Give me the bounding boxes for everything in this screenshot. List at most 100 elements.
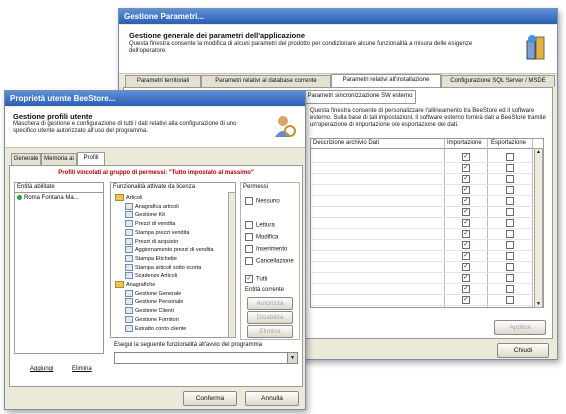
document-icon	[125, 202, 133, 210]
functions-tree[interactable]: Funzionalità attivate da licenza Articol…	[110, 182, 236, 338]
tree-node[interactable]: Gestione Clienti	[125, 307, 174, 315]
authorize-button[interactable]: Autorizza	[247, 297, 293, 310]
permissions-group: Permessi Nessuno Lettura Modifica Inserimen…	[240, 182, 300, 340]
import-checkbox[interactable]: ✓	[462, 241, 470, 249]
import-checkbox[interactable]: ✓	[462, 219, 470, 227]
export-checkbox[interactable]	[506, 274, 514, 282]
tab-installation[interactable]: Parametri relativi all'installazione	[331, 74, 441, 87]
close-button[interactable]: Chiudi	[497, 343, 549, 358]
tree-node[interactable]: Gestione Generale	[125, 289, 181, 297]
add-link[interactable]: Aggiungi	[30, 366, 53, 372]
export-checkbox[interactable]	[506, 263, 514, 271]
parameters-logo-icon	[524, 33, 548, 63]
import-checkbox[interactable]: ✓	[462, 197, 470, 205]
import-checkbox[interactable]: ✓	[462, 164, 470, 172]
tree-node[interactable]: Prezzi di vendita	[125, 220, 175, 228]
tree-item-label: Anagrafica articoli	[135, 203, 179, 210]
entity-list[interactable]: Entità abilitate Roma Fontana Ma...	[14, 182, 104, 354]
tree-node[interactable]: Anagrafica articoli	[125, 202, 179, 210]
export-checkbox[interactable]	[506, 153, 514, 161]
user-header-desc: Maschera di gestione e configurazione di…	[13, 121, 237, 134]
permission-checkbox[interactable]	[245, 197, 253, 205]
import-checkbox[interactable]: ✓	[462, 186, 470, 194]
export-checkbox[interactable]	[506, 230, 514, 238]
export-checkbox[interactable]	[506, 175, 514, 183]
startup-function-select[interactable]: ▼	[114, 352, 298, 364]
permission-checkbox[interactable]	[245, 221, 253, 229]
tree-node[interactable]: Prezzi di acquisto	[125, 237, 178, 245]
tree-node[interactable]: Gestione Fornitori	[125, 315, 179, 323]
tree-node[interactable]: Stampa prezzi vendita	[125, 228, 189, 236]
document-icon	[125, 246, 133, 254]
tree-folder[interactable]: Articoli	[115, 194, 143, 201]
import-checkbox[interactable]: ✓	[462, 230, 470, 238]
subtab-sync[interactable]: Parametri sincronizzazione SW esterno	[304, 90, 416, 104]
scroll-down-icon[interactable]: ▼	[535, 301, 542, 307]
export-checkbox[interactable]	[506, 252, 514, 260]
export-checkbox[interactable]	[506, 186, 514, 194]
export-checkbox[interactable]	[506, 285, 514, 293]
tab-general[interactable]: Generale	[11, 153, 41, 165]
tree-node[interactable]: Gestione Kit	[125, 211, 165, 219]
tab-territorial[interactable]: Parametri territoriali	[125, 75, 201, 87]
disable-button[interactable]: Disabilita	[247, 311, 293, 324]
export-checkbox[interactable]	[506, 208, 514, 216]
users-icon	[273, 113, 297, 141]
apply-button[interactable]: Applica	[494, 320, 546, 335]
entity-item[interactable]: Roma Fontana Ma...	[17, 195, 79, 201]
export-checkbox[interactable]	[506, 296, 514, 304]
permission-option[interactable]: Inserimento	[245, 245, 287, 253]
tree-item-label: Aggiornamento prezzi di vendita	[135, 247, 214, 254]
tab-memory[interactable]: Memoria ai	[41, 153, 77, 165]
tree-item-label: Scadenze Articoli	[135, 273, 178, 280]
document-icon	[125, 263, 133, 271]
import-checkbox[interactable]: ✓	[462, 274, 470, 282]
import-checkbox[interactable]: ✓	[462, 296, 470, 304]
tree-scrollbar[interactable]	[228, 192, 236, 338]
tree-node[interactable]: Scadenze Articoli	[125, 272, 178, 280]
delete-entity-button[interactable]: Elimina	[247, 325, 293, 338]
tree-item-label: Gestione Personale	[135, 299, 184, 306]
permission-option[interactable]: Lettura	[245, 221, 275, 229]
scroll-up-icon[interactable]: ▲	[535, 149, 542, 155]
import-checkbox[interactable]: ✓	[462, 263, 470, 271]
document-icon	[125, 324, 133, 332]
permission-option[interactable]: Nessuno	[245, 197, 280, 205]
import-checkbox[interactable]: ✓	[462, 175, 470, 183]
import-checkbox[interactable]: ✓	[462, 153, 470, 161]
remove-link[interactable]: Elimina	[72, 366, 92, 372]
table-row: ✓	[311, 294, 543, 306]
tree-folder[interactable]: Anagrafiche	[115, 281, 155, 288]
tab-profiles[interactable]: Profili	[77, 152, 105, 165]
import-checkbox[interactable]: ✓	[462, 208, 470, 216]
tree-node[interactable]: Gestione Personale	[125, 298, 184, 306]
grid-scrollbar[interactable]: ▲ ▼	[534, 148, 543, 308]
tree-node[interactable]: Stampa Etichette	[125, 254, 177, 262]
tree-node[interactable]: Aggiornamento prezzi di vendita	[125, 246, 214, 254]
tab-sql-config[interactable]: Configurazione SQL Server / MSDE	[441, 75, 555, 87]
cancel-button[interactable]: Annulla	[245, 391, 299, 406]
chevron-down-icon[interactable]: ▼	[287, 353, 297, 363]
permission-option[interactable]: Modifica	[245, 233, 278, 241]
import-checkbox[interactable]: ✓	[462, 252, 470, 260]
import-checkbox[interactable]: ✓	[462, 285, 470, 293]
tree-node[interactable]: Stampa articoli sotto scorta	[125, 263, 201, 271]
permission-option[interactable]: ✓ Tutti	[245, 275, 267, 283]
permission-checkbox[interactable]	[245, 257, 253, 265]
tab-database[interactable]: Parametri relativi al database corrente	[201, 75, 331, 87]
profile-warning: Profili vincolati al gruppo di permessi:…	[58, 170, 254, 176]
permission-option[interactable]: Cancellazione	[245, 257, 294, 265]
entity-item-icon	[17, 195, 22, 200]
tree-item-label: Gestione Kit	[135, 212, 165, 219]
parameters-header-title: Gestione generale dei parametri dell'app…	[129, 31, 306, 40]
export-checkbox[interactable]	[506, 164, 514, 172]
tree-item-label: Stampa Etichette	[135, 255, 177, 262]
export-checkbox[interactable]	[506, 241, 514, 249]
permission-checkbox[interactable]: ✓	[245, 275, 253, 283]
confirm-button[interactable]: Conferma	[183, 391, 237, 406]
tree-node[interactable]: Estratto conto cliente	[125, 324, 186, 332]
export-checkbox[interactable]	[506, 197, 514, 205]
permission-checkbox[interactable]	[245, 233, 253, 241]
permission-checkbox[interactable]	[245, 245, 253, 253]
export-checkbox[interactable]	[506, 219, 514, 227]
